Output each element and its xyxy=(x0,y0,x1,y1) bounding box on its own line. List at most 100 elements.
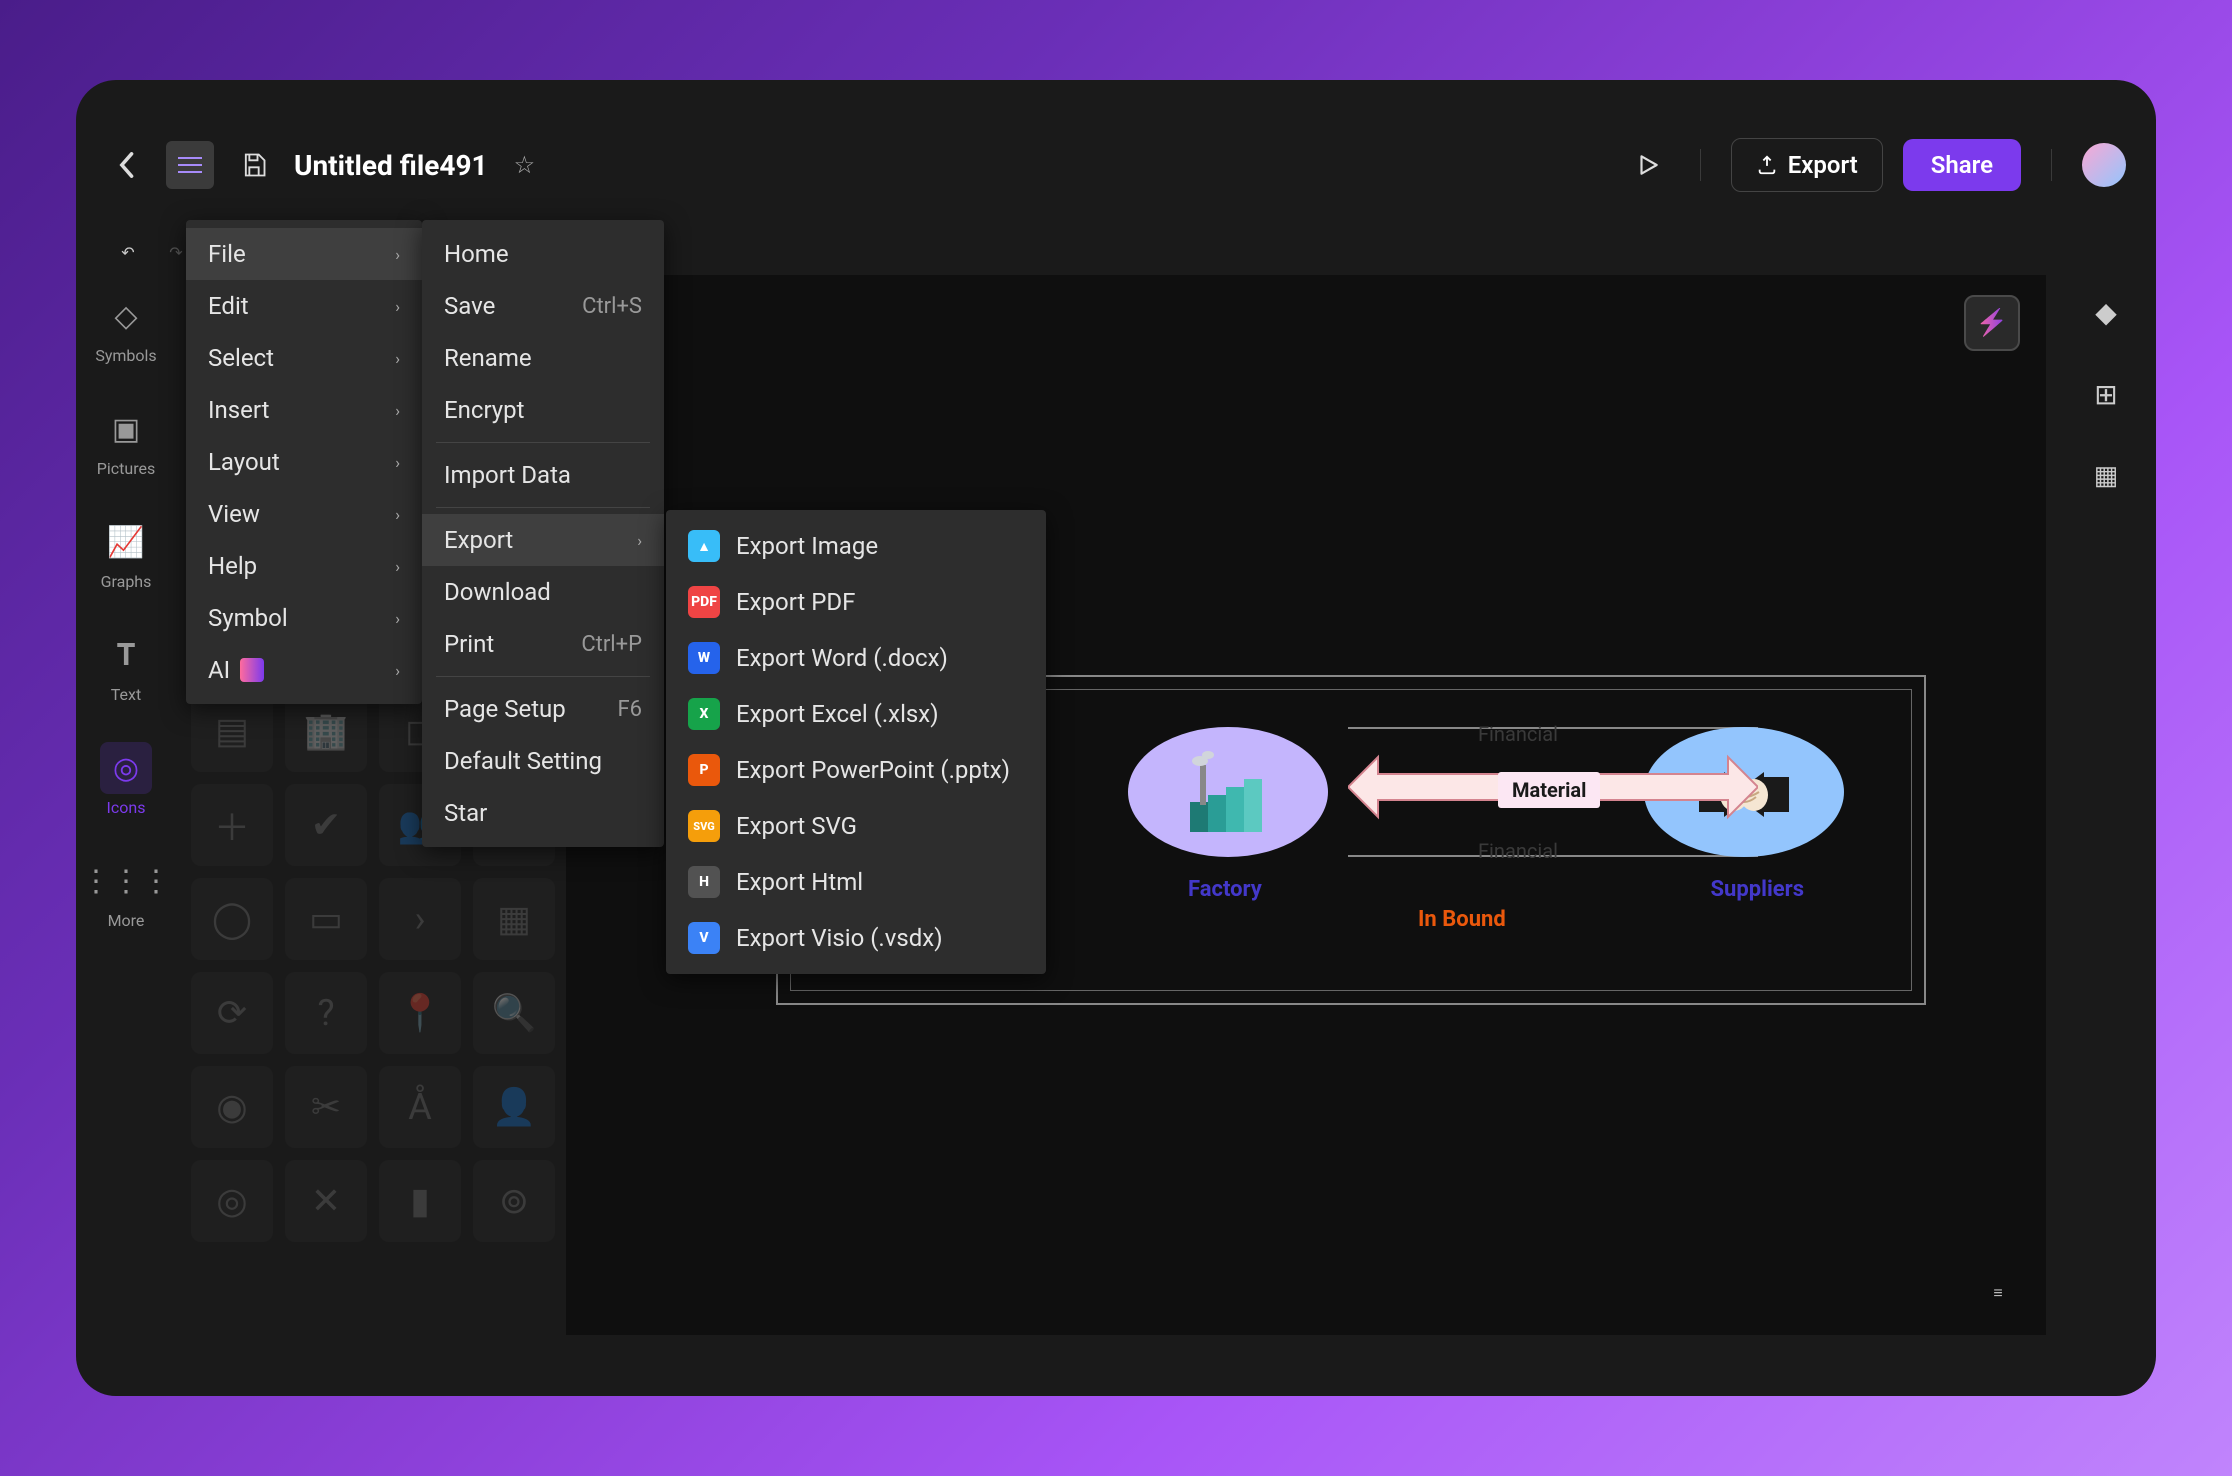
rail-symbols[interactable]: ◇Symbols xyxy=(95,290,156,365)
menu-label: Export SVG xyxy=(736,812,857,840)
financial-label[interactable]: Financial xyxy=(1478,839,1558,863)
menu-insert[interactable]: Insert› xyxy=(186,384,422,436)
icon-cell[interactable]: ⊚ xyxy=(473,1160,555,1242)
icon-cell[interactable]: ✕ xyxy=(285,1160,367,1242)
icon-cell[interactable]: ◉ xyxy=(191,1066,273,1148)
menu-encrypt[interactable]: Encrypt xyxy=(422,384,664,436)
shape-icon: ◇ xyxy=(100,290,152,342)
menu-import-data[interactable]: Import Data xyxy=(422,449,664,501)
export-visio[interactable]: VExport Visio (.vsdx) xyxy=(666,910,1046,966)
app-window: Untitled file491 ☆ Export Share ↶ ↷ ◇Sym… xyxy=(76,80,2156,1396)
menu-label: Star xyxy=(444,799,487,827)
chevron-right-icon: › xyxy=(395,349,400,368)
rail-pictures[interactable]: ▣Pictures xyxy=(97,403,155,478)
financial-label[interactable]: Financial xyxy=(1478,722,1558,746)
menu-label: AI xyxy=(208,656,230,684)
chevron-right-icon: › xyxy=(637,531,642,550)
icon-cell[interactable]: ◯ xyxy=(191,878,273,960)
document-title[interactable]: Untitled file491 xyxy=(294,149,488,182)
menu-label: Symbol xyxy=(208,604,288,632)
export-powerpoint[interactable]: PExport PowerPoint (.pptx) xyxy=(666,742,1046,798)
undo-button[interactable]: ↶ xyxy=(106,230,150,274)
export-button-label: Export xyxy=(1788,151,1858,179)
rail-text[interactable]: 𝐓Text xyxy=(100,629,152,704)
menu-rename[interactable]: Rename xyxy=(422,332,664,384)
icon-cell[interactable]: Å xyxy=(379,1066,461,1148)
export-html[interactable]: HExport Html xyxy=(666,854,1046,910)
rail-more[interactable]: ⋮⋮⋮More xyxy=(100,855,152,930)
rail-graphs[interactable]: 📈Graphs xyxy=(100,516,152,591)
icon-cell[interactable]: 🔍 xyxy=(473,972,555,1054)
icon-cell[interactable]: ▮ xyxy=(379,1160,461,1242)
suppliers-label[interactable]: Suppliers xyxy=(1711,877,1805,902)
ai-badge-icon xyxy=(240,658,264,682)
menu-print[interactable]: PrintCtrl+P xyxy=(422,618,664,670)
grid-view-icon[interactable]: ▦ xyxy=(2084,454,2128,498)
icon-cell[interactable]: ▭ xyxy=(285,878,367,960)
back-button[interactable] xyxy=(106,145,146,185)
chevron-right-icon: › xyxy=(395,609,400,628)
chevron-right-icon: › xyxy=(395,401,400,420)
export-pdf[interactable]: PDFExport PDF xyxy=(666,574,1046,630)
menu-separator xyxy=(436,442,650,443)
share-button[interactable]: Share xyxy=(1903,139,2021,191)
export-excel[interactable]: XExport Excel (.xlsx) xyxy=(666,686,1046,742)
menu-label: Export xyxy=(444,526,513,554)
icon-cell[interactable]: ＋ xyxy=(191,784,273,866)
menu-label: Download xyxy=(444,578,551,606)
left-rail: ◇Symbols ▣Pictures 📈Graphs 𝐓Text ◎Icons … xyxy=(76,290,176,930)
icon-cell[interactable]: › xyxy=(379,878,461,960)
menu-label: Export PowerPoint (.pptx) xyxy=(736,756,1010,784)
menu-ai[interactable]: AI› xyxy=(186,644,422,696)
material-label[interactable]: Material xyxy=(1498,772,1600,808)
export-button[interactable]: Export xyxy=(1731,138,1883,192)
factory-label[interactable]: Factory xyxy=(1188,877,1262,902)
rail-icons[interactable]: ◎Icons xyxy=(100,742,152,817)
menu-label: Import Data xyxy=(444,461,571,489)
menu-label: Home xyxy=(444,240,509,268)
menu-label: Export Html xyxy=(736,868,863,896)
shortcut-label: F6 xyxy=(617,697,642,722)
menu-label: Encrypt xyxy=(444,396,524,424)
icon-cell[interactable]: 👤 xyxy=(473,1066,555,1148)
factory-node[interactable] xyxy=(1128,727,1328,857)
rail-label: Text xyxy=(111,685,141,704)
menu-layout[interactable]: Layout› xyxy=(186,436,422,488)
floppy-save-icon[interactable] xyxy=(234,145,274,185)
pdf-file-icon: PDF xyxy=(688,586,720,618)
play-button[interactable] xyxy=(1626,143,1670,187)
menu-download[interactable]: Download xyxy=(422,566,664,618)
menu-page-setup[interactable]: Page SetupF6 xyxy=(422,683,664,735)
icon-cell[interactable]: ✂ xyxy=(285,1066,367,1148)
add-panel-icon[interactable]: ⊞ xyxy=(2084,372,2128,416)
menu-symbol[interactable]: Symbol › xyxy=(186,592,422,644)
app-logo-badge[interactable] xyxy=(1964,295,2020,351)
menu-separator xyxy=(436,507,650,508)
icon-cell[interactable]: ? xyxy=(285,972,367,1054)
hamburger-menu-icon[interactable] xyxy=(166,141,214,189)
fill-icon[interactable]: ◆ xyxy=(2084,290,2128,334)
menu-view[interactable]: View› xyxy=(186,488,422,540)
menu-select[interactable]: Select › xyxy=(186,332,422,384)
menu-save[interactable]: SaveCtrl+S xyxy=(422,280,664,332)
export-word[interactable]: WExport Word (.docx) xyxy=(666,630,1046,686)
icon-cell[interactable]: 📍 xyxy=(379,972,461,1054)
icon-cell[interactable]: ◎ xyxy=(191,1160,273,1242)
menu-export[interactable]: Export › xyxy=(422,514,664,566)
export-svg[interactable]: SVGExport SVG xyxy=(666,798,1046,854)
menu-edit[interactable]: Edit› xyxy=(186,280,422,332)
icon-cell[interactable]: ▦ xyxy=(473,878,555,960)
menu-label: Select xyxy=(208,344,274,372)
menu-default-setting[interactable]: Default Setting xyxy=(422,735,664,787)
inbound-label[interactable]: In Bound xyxy=(1418,907,1506,932)
icon-cell[interactable]: ⟳ xyxy=(191,972,273,1054)
menu-file[interactable]: File› xyxy=(186,228,422,280)
menu-help[interactable]: Help› xyxy=(186,540,422,592)
export-image[interactable]: ▲Export Image xyxy=(666,518,1046,574)
pages-button[interactable]: ≡ xyxy=(1976,1271,2020,1315)
menu-star[interactable]: Star xyxy=(422,787,664,839)
avatar[interactable] xyxy=(2082,143,2126,187)
star-icon[interactable]: ☆ xyxy=(514,151,536,179)
menu-home[interactable]: Home xyxy=(422,228,664,280)
icon-cell[interactable]: ✔ xyxy=(285,784,367,866)
